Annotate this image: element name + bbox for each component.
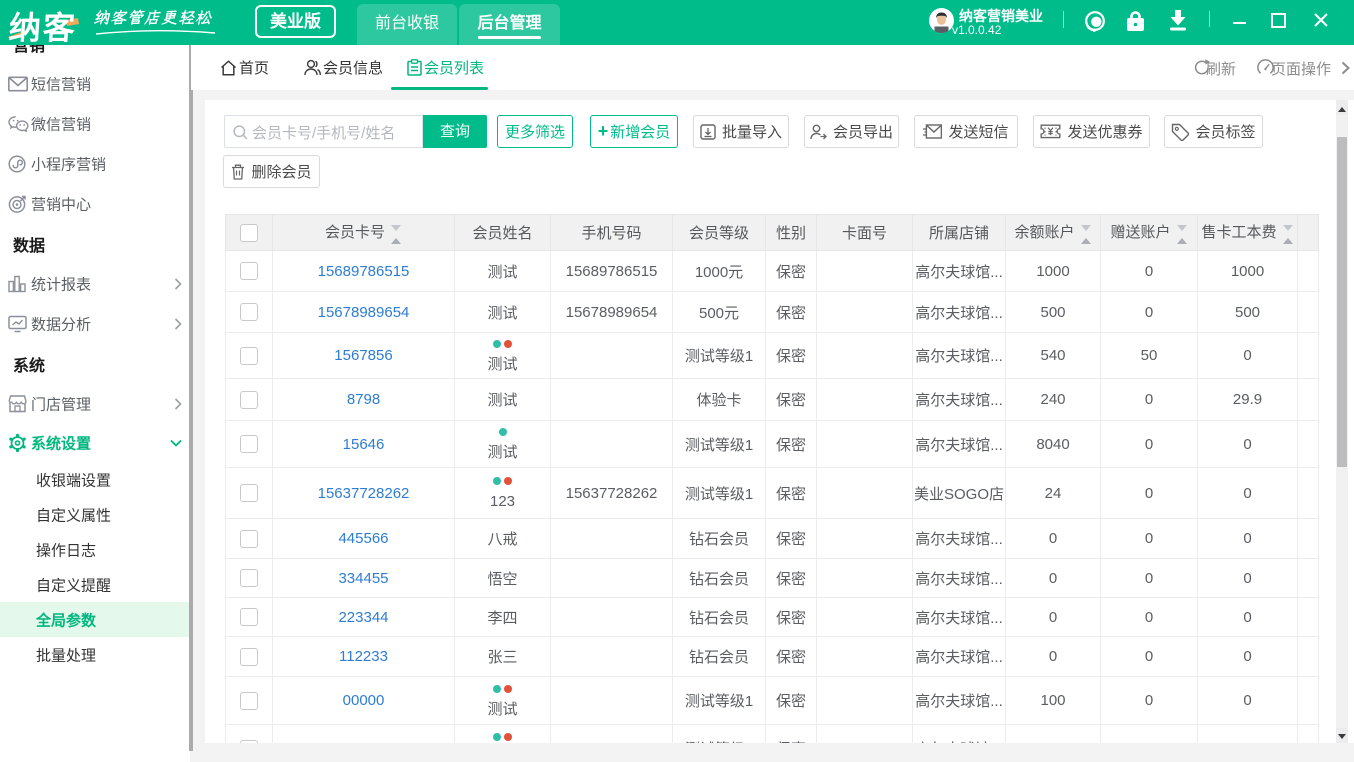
svg-text:纳客管店更轻松: 纳客管店更轻松 <box>93 8 212 28</box>
